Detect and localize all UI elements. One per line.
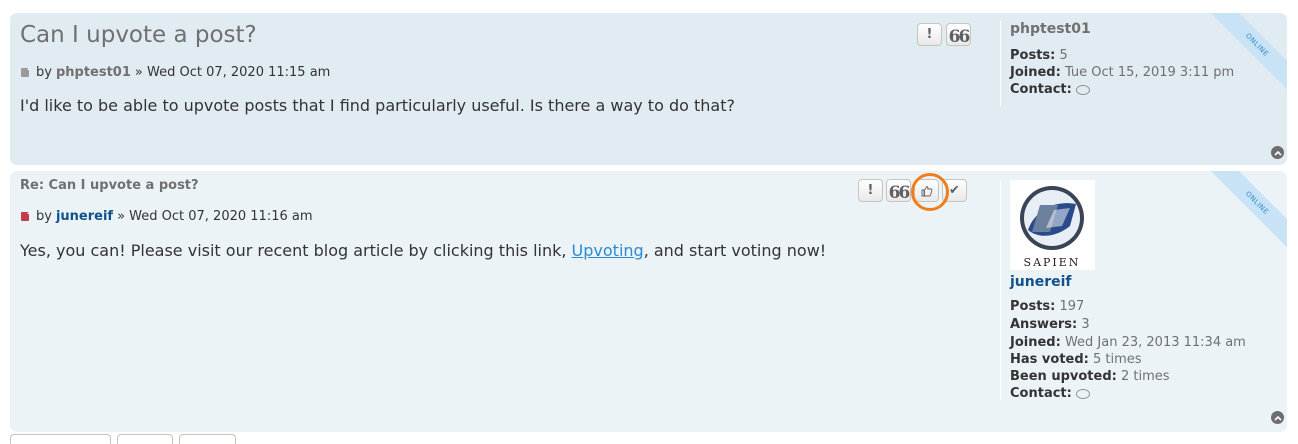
has-voted-label: Has voted: bbox=[1010, 352, 1089, 367]
joined-value: Wed Jan 23, 2013 11:34 am bbox=[1064, 335, 1246, 350]
post-title[interactable]: Can I upvote a post? bbox=[20, 22, 257, 48]
posts-label: Posts: bbox=[1010, 48, 1056, 63]
author-link[interactable]: junereif bbox=[56, 209, 113, 224]
quote-button[interactable]: 66 bbox=[946, 23, 971, 46]
user-profile: SAPIEN junereif Posts: 197 Answers: 3 Jo… bbox=[1000, 180, 1246, 401]
back-to-top-icon[interactable] bbox=[1271, 146, 1284, 159]
upvoting-link[interactable]: Upvoting bbox=[572, 241, 644, 260]
post-datetime: » Wed Oct 07, 2020 11:15 am bbox=[134, 65, 331, 80]
bottom-action-button[interactable] bbox=[179, 434, 236, 444]
joined-label: Joined: bbox=[1010, 65, 1061, 80]
profile-username[interactable]: junereif bbox=[1010, 274, 1246, 290]
back-to-top-icon[interactable] bbox=[1271, 411, 1284, 424]
contact-chat-icon[interactable] bbox=[1075, 84, 1090, 95]
bottom-corner-icon bbox=[1270, 434, 1282, 444]
been-upvoted-label: Been upvoted: bbox=[1010, 369, 1117, 384]
bottom-action-button[interactable] bbox=[117, 434, 173, 444]
report-button[interactable]: ! bbox=[858, 179, 883, 202]
avatar[interactable]: SAPIEN bbox=[1010, 180, 1095, 270]
quote-button[interactable]: 66 bbox=[886, 179, 911, 202]
posts-value: 5 bbox=[1059, 48, 1068, 63]
has-voted-value: 5 times bbox=[1093, 352, 1142, 367]
posts-value: 197 bbox=[1059, 299, 1085, 314]
author-link[interactable]: phptest01 bbox=[56, 65, 131, 80]
post-file-icon[interactable] bbox=[20, 211, 30, 222]
post-content: I'd like to be able to upvote posts that… bbox=[20, 96, 735, 115]
sapien-logo-icon: SAPIEN bbox=[1020, 186, 1084, 269]
byline-prefix: by bbox=[36, 65, 52, 80]
profile-username[interactable]: phptest01 bbox=[1010, 21, 1234, 37]
contact-chat-icon[interactable] bbox=[1075, 388, 1090, 399]
been-upvoted-value: 2 times bbox=[1120, 369, 1170, 384]
contact-label: Contact: bbox=[1010, 82, 1072, 97]
svg-text:SAPIEN: SAPIEN bbox=[1024, 256, 1081, 269]
answers-label: Answers: bbox=[1010, 317, 1078, 332]
answers-value: 3 bbox=[1081, 317, 1090, 332]
byline-prefix: by bbox=[36, 209, 52, 224]
post-content: Yes, you can! Please visit our recent bl… bbox=[20, 241, 826, 260]
upvote-highlight-ring bbox=[911, 173, 949, 211]
posts-label: Posts: bbox=[1010, 299, 1056, 314]
post-byline: by phptest01 » Wed Oct 07, 2020 11:15 am bbox=[20, 65, 330, 80]
bottom-action-button[interactable] bbox=[10, 434, 111, 444]
post-title[interactable]: Re: Can I upvote a post? bbox=[20, 178, 199, 193]
post-buttons: ! 66 bbox=[917, 23, 971, 46]
content-text: Yes, you can! Please visit our recent bl… bbox=[20, 241, 572, 260]
content-text-end: , and start voting now! bbox=[643, 241, 827, 260]
report-button[interactable]: ! bbox=[917, 23, 942, 46]
joined-value: Tue Oct 15, 2019 3:11 pm bbox=[1064, 65, 1235, 80]
post-2: ONLINE Re: Can I upvote a post? by juner… bbox=[10, 171, 1287, 432]
post-byline: by junereif » Wed Oct 07, 2020 11:16 am bbox=[20, 209, 313, 224]
post-1: ONLINE Can I upvote a post? by phptest01… bbox=[10, 13, 1287, 165]
post-datetime: » Wed Oct 07, 2020 11:16 am bbox=[117, 209, 313, 224]
contact-label: Contact: bbox=[1010, 386, 1072, 401]
joined-label: Joined: bbox=[1010, 335, 1061, 350]
user-profile: phptest01 Posts: 5 Joined: Tue Oct 15, 2… bbox=[1000, 21, 1234, 106]
post-file-icon[interactable] bbox=[20, 67, 30, 78]
